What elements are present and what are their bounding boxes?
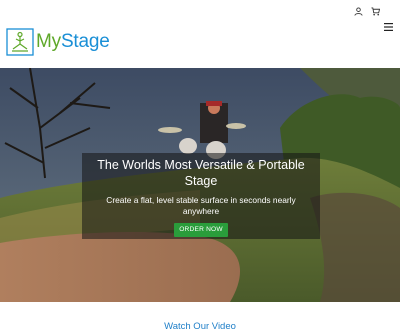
logo-text-stage: Stage [60, 31, 110, 52]
logo-text-my: My [36, 31, 61, 52]
logo-wordmark: MyStage [36, 28, 110, 56]
header-utility-icons [354, 7, 380, 16]
hero-banner: The Worlds Most Versatile & Portable Sta… [0, 68, 400, 302]
hamburger-menu-icon[interactable] [384, 23, 393, 31]
meditation-logo-icon [6, 28, 34, 56]
site-header: MyStage [0, 0, 400, 68]
hero-subtitle: Create a flat, level stable surface in s… [106, 195, 296, 216]
hero-title: The Worlds Most Versatile & Portable Sta… [97, 158, 305, 188]
order-now-button[interactable]: ORDER NOW [174, 223, 228, 237]
watch-video-heading[interactable]: Watch Our Video [0, 320, 400, 333]
hero-text-overlay: The Worlds Most Versatile & Portable Sta… [82, 153, 320, 239]
cart-icon[interactable] [371, 7, 380, 16]
user-icon[interactable] [354, 7, 363, 16]
mystage-logo[interactable]: MyStage [6, 28, 110, 56]
